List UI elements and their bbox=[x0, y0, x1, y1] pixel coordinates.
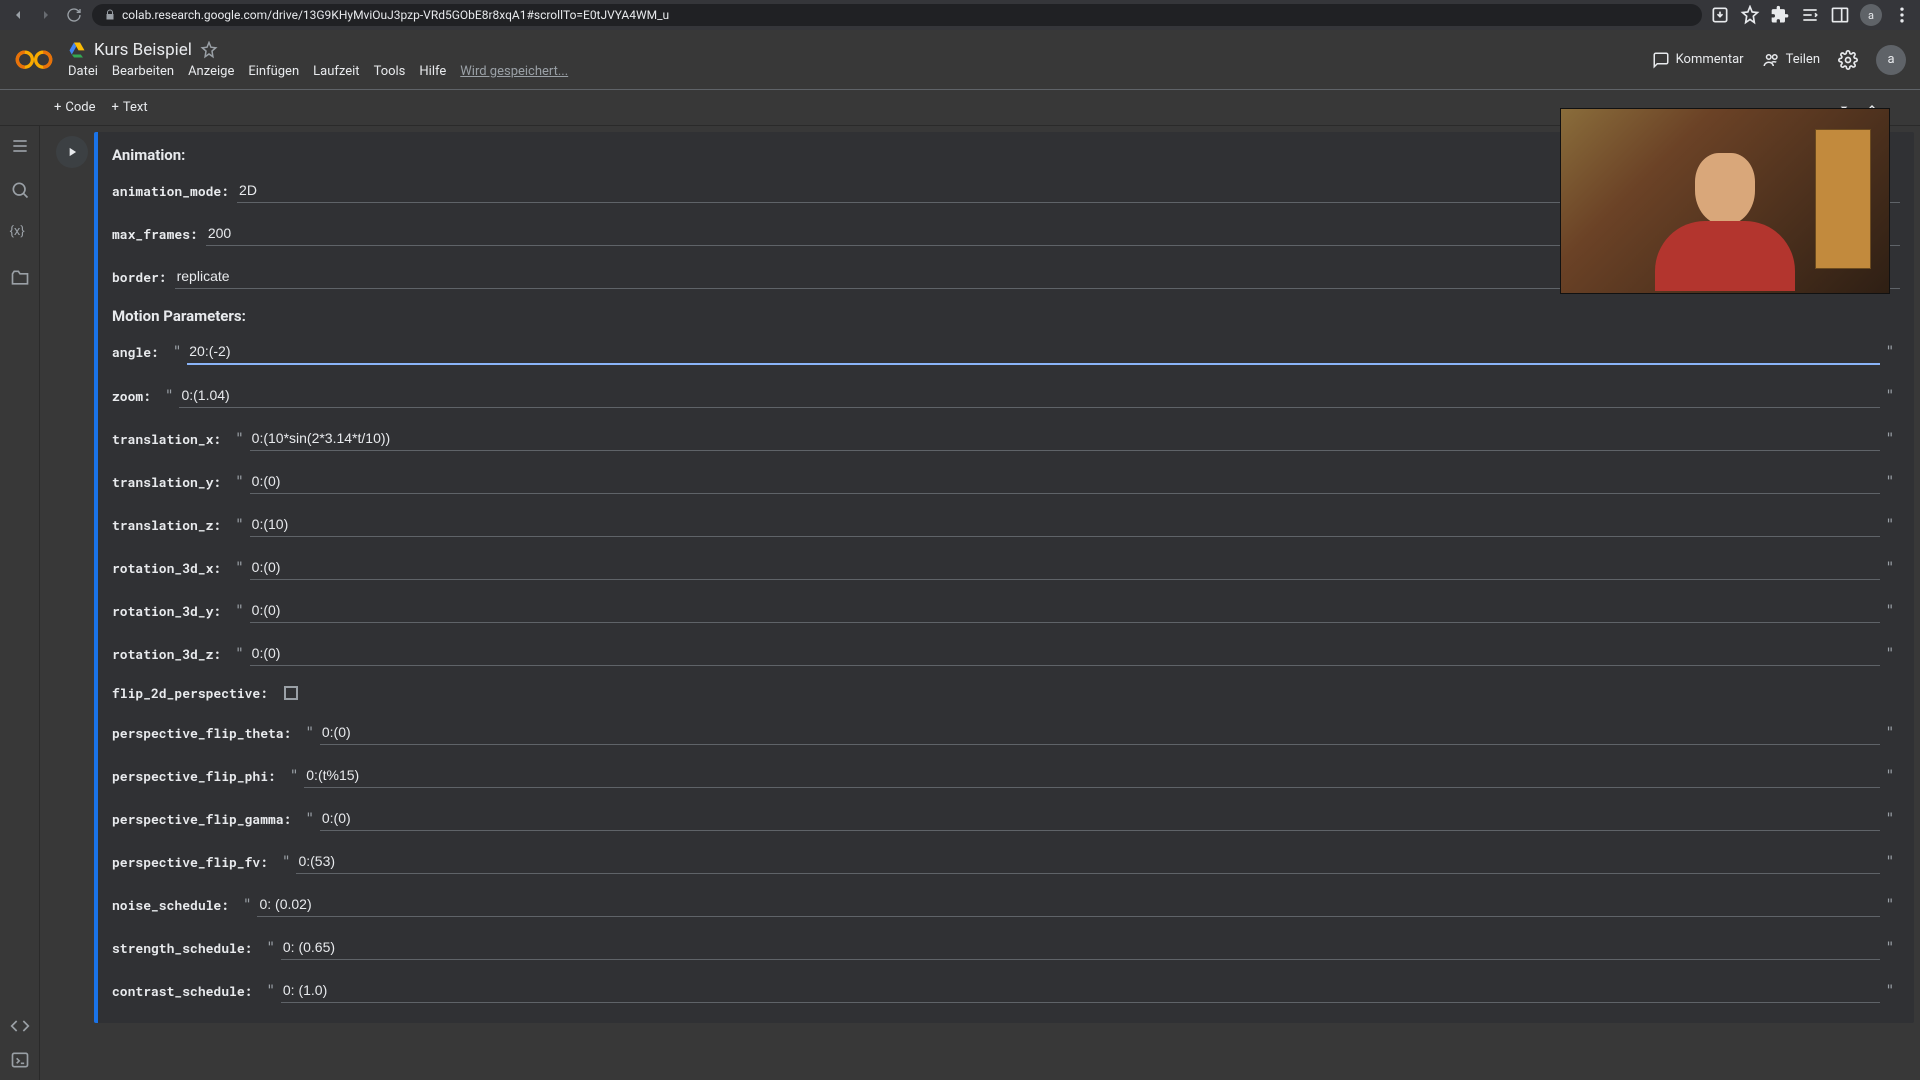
search-icon[interactable] bbox=[10, 180, 30, 200]
input-flip-gamma[interactable] bbox=[320, 806, 1880, 831]
star-button[interactable] bbox=[200, 41, 218, 59]
menu-anzeige[interactable]: Anzeige bbox=[188, 64, 234, 79]
label-angle: angle: bbox=[112, 343, 167, 361]
input-flip-phi[interactable] bbox=[304, 763, 1879, 788]
label-translation-y: translation_y: bbox=[112, 473, 229, 491]
input-rotation-3d-y[interactable] bbox=[250, 598, 1880, 623]
left-rail: {x} bbox=[0, 126, 40, 1080]
input-translation-x[interactable] bbox=[250, 426, 1880, 451]
code-snippets-icon[interactable] bbox=[10, 1016, 30, 1036]
label-noise: noise_schedule: bbox=[112, 896, 237, 914]
menu-datei[interactable]: Datei bbox=[68, 64, 98, 79]
comment-button[interactable]: Kommentar bbox=[1652, 51, 1744, 69]
reload-button[interactable] bbox=[64, 5, 84, 25]
browser-menu-icon[interactable] bbox=[1892, 5, 1912, 25]
toc-icon[interactable] bbox=[10, 136, 30, 156]
files-icon[interactable] bbox=[10, 268, 30, 288]
add-code-button[interactable]: +Code bbox=[54, 100, 96, 115]
label-border: border: bbox=[112, 268, 175, 286]
user-avatar[interactable]: a bbox=[1876, 45, 1906, 75]
reading-list-icon[interactable] bbox=[1800, 5, 1820, 25]
input-flip-theta[interactable] bbox=[320, 720, 1880, 745]
forward-button[interactable] bbox=[36, 5, 56, 25]
input-flip-fv[interactable] bbox=[296, 849, 1879, 874]
drive-icon bbox=[68, 41, 86, 59]
checkbox-flip-2d[interactable] bbox=[284, 686, 298, 700]
back-button[interactable] bbox=[8, 5, 28, 25]
side-panel-icon[interactable] bbox=[1830, 5, 1850, 25]
menu-bearbeiten[interactable]: Bearbeiten bbox=[112, 64, 174, 79]
extension-icon[interactable] bbox=[1770, 5, 1790, 25]
share-button[interactable]: Teilen bbox=[1762, 51, 1820, 69]
input-strength[interactable] bbox=[281, 935, 1880, 960]
url-bar[interactable]: colab.research.google.com/drive/13G9KHyM… bbox=[92, 4, 1702, 26]
browser-toolbar: colab.research.google.com/drive/13G9KHyM… bbox=[0, 0, 1920, 30]
label-flip-theta: perspective_flip_theta: bbox=[112, 724, 299, 742]
label-flip-2d: flip_2d_perspective: bbox=[112, 684, 276, 702]
variables-icon[interactable]: {x} bbox=[10, 224, 30, 244]
document-title[interactable]: Kurs Beispiel bbox=[94, 40, 192, 60]
settings-gear-icon[interactable] bbox=[1838, 50, 1858, 70]
label-strength: strength_schedule: bbox=[112, 939, 260, 957]
save-status[interactable]: Wird gespeichert... bbox=[460, 64, 568, 79]
label-rotation-3d-x: rotation_3d_x: bbox=[112, 559, 229, 577]
lock-icon bbox=[104, 9, 116, 21]
label-animation-mode: animation_mode: bbox=[112, 182, 237, 200]
url-text: colab.research.google.com/drive/13G9KHyM… bbox=[122, 8, 669, 22]
label-zoom: zoom: bbox=[112, 387, 159, 405]
star-icon[interactable] bbox=[1740, 5, 1760, 25]
command-palette-icon[interactable] bbox=[10, 1050, 30, 1070]
label-flip-fv: perspective_flip_fv: bbox=[112, 853, 276, 871]
run-cell-button[interactable] bbox=[56, 136, 88, 168]
colab-logo-icon[interactable] bbox=[14, 47, 54, 73]
input-translation-y[interactable] bbox=[250, 469, 1880, 494]
menu-einfugen[interactable]: Einfügen bbox=[248, 64, 299, 79]
input-noise[interactable] bbox=[257, 892, 1879, 917]
label-rotation-3d-z: rotation_3d_z: bbox=[112, 645, 229, 663]
input-contrast[interactable] bbox=[281, 978, 1880, 1003]
label-rotation-3d-y: rotation_3d_y: bbox=[112, 602, 229, 620]
input-translation-z[interactable] bbox=[250, 512, 1880, 537]
input-zoom[interactable] bbox=[179, 383, 1879, 408]
menu-laufzeit[interactable]: Laufzeit bbox=[313, 64, 359, 79]
colab-header: Kurs Beispiel Datei Bearbeiten Anzeige E… bbox=[0, 30, 1920, 90]
input-rotation-3d-x[interactable] bbox=[250, 555, 1880, 580]
label-contrast: contrast_schedule: bbox=[112, 982, 260, 1000]
label-max-frames: max_frames: bbox=[112, 225, 206, 243]
input-rotation-3d-z[interactable] bbox=[250, 641, 1880, 666]
section-motion: Motion Parameters: bbox=[112, 307, 1900, 325]
browser-avatar[interactable]: a bbox=[1860, 4, 1882, 26]
install-icon[interactable] bbox=[1710, 5, 1730, 25]
label-translation-x: translation_x: bbox=[112, 430, 229, 448]
label-translation-z: translation_z: bbox=[112, 516, 229, 534]
menu-bar: Datei Bearbeiten Anzeige Einfügen Laufze… bbox=[68, 64, 1638, 79]
label-flip-phi: perspective_flip_phi: bbox=[112, 767, 284, 785]
webcam-overlay bbox=[1560, 108, 1890, 294]
menu-hilfe[interactable]: Hilfe bbox=[419, 64, 446, 79]
add-text-button[interactable]: +Text bbox=[112, 100, 148, 115]
menu-tools[interactable]: Tools bbox=[374, 64, 406, 79]
input-angle[interactable] bbox=[187, 339, 1879, 365]
label-flip-gamma: perspective_flip_gamma: bbox=[112, 810, 299, 828]
